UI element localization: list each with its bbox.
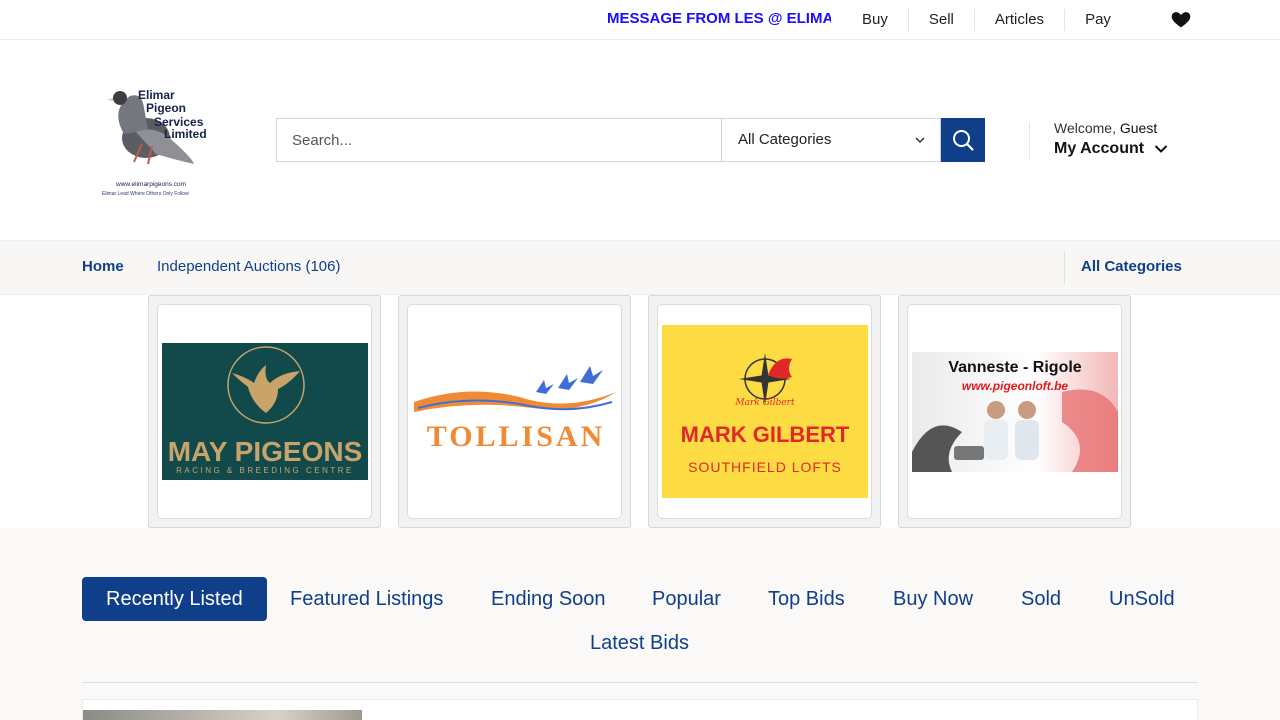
nav-divider (1064, 251, 1065, 284)
top-link-articles[interactable]: Articles (975, 9, 1066, 31)
logo-line-1: Elimar (138, 88, 175, 102)
tab-buy-now[interactable]: Buy Now (893, 577, 973, 621)
tab-popular[interactable]: Popular (652, 577, 721, 621)
top-links: Buy Sell Articles Pay (842, 0, 1131, 40)
tabs-divider (82, 682, 1198, 683)
category-select[interactable]: All Categories (721, 118, 941, 162)
banner-card-vanneste-rigole[interactable]: Vanneste - Rigole www.pigeonloft.be (898, 295, 1131, 528)
welcome-text: Welcome, Guest (1054, 120, 1157, 136)
may-pigeons-title: MAY PIGEONS (167, 436, 362, 467)
account-divider (1029, 122, 1030, 160)
banner-card-tollisan[interactable]: TOLLISAN (398, 295, 631, 528)
logo-tagline: Elimar Lead Where Others Only Follow (102, 191, 189, 197)
nav-all-categories[interactable]: All Categories (1081, 258, 1182, 275)
tab-latest-bids[interactable]: Latest Bids (590, 621, 689, 665)
auction-banners: MAY PIGEONS RACING & BREEDING CENTRE TOL… (148, 295, 1131, 528)
may-pigeons-logo: MAY PIGEONS RACING & BREEDING CENTRE (161, 343, 368, 480)
banner-card-may-pigeons[interactable]: MAY PIGEONS RACING & BREEDING CENTRE (148, 295, 381, 528)
logo-line-2: Pigeon (146, 101, 186, 115)
logo-line-4: Limited (164, 127, 207, 141)
mark-gilbert-logo: Mark Gilbert MARK GILBERT SOUTHFIELD LOF… (661, 325, 868, 498)
mark-gilbert-subtitle: SOUTHFIELD LOFTS (688, 459, 842, 475)
tab-unsold[interactable]: UnSold (1109, 577, 1175, 621)
vanneste-rigole-url: www.pigeonloft.be (961, 379, 1068, 393)
banner-card-mark-gilbert[interactable]: Mark Gilbert MARK GILBERT SOUTHFIELD LOF… (648, 295, 881, 528)
vanneste-rigole-title: Vanneste - Rigole (948, 359, 1081, 376)
chevron-down-icon (1154, 145, 1168, 153)
tab-sold[interactable]: Sold (1021, 577, 1061, 621)
my-account-label: My Account (1054, 140, 1145, 157)
tab-featured-listings[interactable]: Featured Listings (290, 577, 443, 621)
top-link-sell[interactable]: Sell (909, 9, 975, 31)
tab-recently-listed[interactable]: Recently Listed (82, 577, 267, 621)
top-bar: MESSAGE FROM LES @ ELIMAR Buy Sell Artic… (0, 0, 1280, 40)
search-icon (953, 130, 974, 151)
logo-url: www.elimarpigeons.com (115, 181, 186, 188)
category-select-value: All Categories (738, 131, 832, 148)
tab-ending-soon[interactable]: Ending Soon (491, 577, 606, 621)
may-pigeons-subtitle: RACING & BREEDING CENTRE (176, 466, 354, 475)
nav-home[interactable]: Home (82, 258, 124, 275)
announcement-marquee[interactable]: MESSAGE FROM LES @ ELIMAR (607, 9, 831, 29)
search-button[interactable] (941, 118, 985, 162)
top-link-pay[interactable]: Pay (1065, 9, 1131, 31)
welcome-user: Guest (1119, 120, 1158, 136)
site-logo[interactable]: Elimar Pigeon Services Limited www.elima… (96, 80, 226, 204)
my-account-dropdown[interactable]: My Account (1054, 140, 1168, 158)
tab-top-bids[interactable]: Top Bids (768, 577, 845, 621)
listing-tabs-section: Recently Listed Featured Listings Ending… (0, 528, 1280, 720)
listing-preview[interactable] (82, 699, 1198, 720)
vanneste-rigole-logo: Vanneste - Rigole www.pigeonloft.be (911, 351, 1118, 472)
main-nav: Home Independent Auctions (106) All Cate… (0, 240, 1280, 295)
tollisan-logo: TOLLISAN (413, 365, 616, 453)
tollisan-title: TOLLISAN (426, 420, 605, 453)
top-link-buy[interactable]: Buy (842, 9, 909, 31)
mark-gilbert-title: MARK GILBERT (680, 422, 849, 447)
chevron-down-icon (915, 137, 925, 144)
mark-gilbert-script: Mark Gilbert (734, 398, 795, 408)
heart-icon[interactable] (1170, 8, 1192, 30)
search-bar: All Categories (276, 118, 985, 162)
nav-independent-auctions[interactable]: Independent Auctions (106) (157, 258, 340, 275)
welcome-label: Welcome, (1054, 120, 1116, 136)
search-input[interactable] (276, 118, 721, 162)
listing-thumbnail[interactable] (83, 710, 362, 720)
